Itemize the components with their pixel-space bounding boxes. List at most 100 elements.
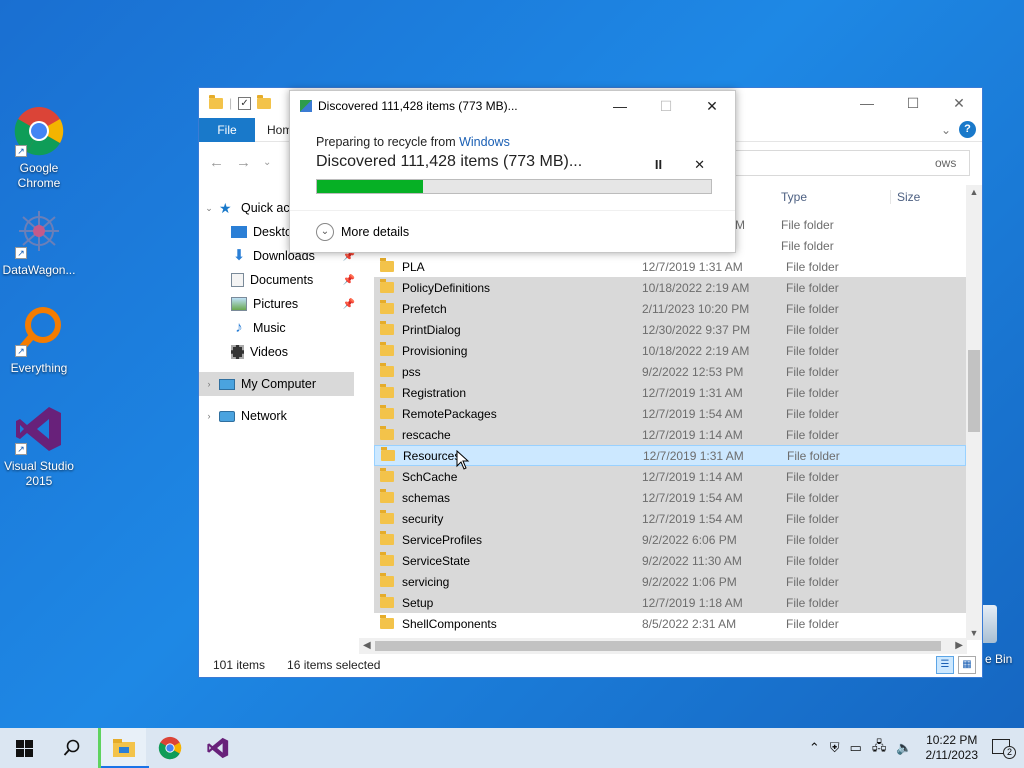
visual-studio-icon: ↗ xyxy=(13,403,65,455)
nav-my-computer[interactable]: › My Computer xyxy=(199,372,354,396)
desktop-icon-everything[interactable]: ↗ Everything xyxy=(0,305,79,376)
table-row[interactable]: servicing 9/2/2022 1:06 PM File folder xyxy=(374,571,966,592)
scroll-up-icon[interactable]: ▲ xyxy=(966,187,982,197)
table-row[interactable]: PrintDialog 12/30/2022 9:37 PM File folder xyxy=(374,319,966,340)
table-row[interactable]: rescache 12/7/2019 1:14 AM File folder xyxy=(374,424,966,445)
partial-row[interactable]: M File folder xyxy=(735,214,834,235)
scroll-down-icon[interactable]: ▼ xyxy=(966,628,982,638)
table-row[interactable]: PLA 12/7/2019 1:31 AM File folder xyxy=(374,256,966,277)
scrollbar-thumb[interactable] xyxy=(375,641,941,651)
more-details-toggle[interactable]: ⌄ More details xyxy=(290,210,735,252)
recycle-bin-icon[interactable] xyxy=(983,605,997,643)
search-button[interactable] xyxy=(48,728,96,768)
desktop-icon-visual-studio[interactable]: ↗ Visual Studio 2015 xyxy=(0,403,79,489)
file-type: File folder xyxy=(786,385,839,400)
taskbar: ⌃ ⛨ ▭ 🖧 🔈 10:22 PM 2/11/2023 2 xyxy=(0,728,1024,768)
desktop-icon-chrome[interactable]: ↗ Google Chrome xyxy=(0,105,79,191)
column-type[interactable]: Type xyxy=(775,190,891,204)
expand-arrow-icon[interactable]: › xyxy=(203,411,215,421)
source-link[interactable]: Windows xyxy=(459,135,510,149)
cancel-operation-icon[interactable]: ✕ xyxy=(694,157,705,173)
expand-arrow-icon[interactable]: ⌄ xyxy=(203,203,215,214)
pause-icon[interactable]: II xyxy=(655,157,662,173)
table-row[interactable]: ServiceState 9/2/2022 11:30 AM File folder xyxy=(374,550,966,571)
partial-row[interactable]: File folder xyxy=(781,235,834,256)
folder-icon xyxy=(380,363,394,377)
table-row[interactable]: Prefetch 2/11/2023 10:20 PM File folder xyxy=(374,298,966,319)
close-icon[interactable]: ✕ xyxy=(936,88,982,118)
taskbar-visual-studio[interactable] xyxy=(194,728,242,768)
table-row[interactable]: Provisioning 10/18/2022 2:19 AM File folde… xyxy=(374,340,966,361)
search-input[interactable]: ows xyxy=(730,150,970,176)
table-row[interactable]: PolicyDefinitions 10/18/2022 2:19 AM File … xyxy=(374,277,966,298)
ribbon-right-controls: ⌄ ? xyxy=(941,121,976,138)
status-bar: 101 items 16 items selected ☰ ▦ xyxy=(199,653,982,677)
vertical-scrollbar[interactable]: ▲ ▼ xyxy=(966,185,982,640)
table-row[interactable]: schemas 12/7/2019 1:54 AM File folder xyxy=(374,487,966,508)
nav-documents[interactable]: Documents 📌 xyxy=(199,268,359,292)
maximize-icon[interactable]: ☐ xyxy=(890,88,936,118)
progress-headline: Discovered 111,428 items (773 MB)... xyxy=(316,153,583,170)
pictures-icon xyxy=(231,297,247,311)
column-size[interactable]: Size xyxy=(891,190,920,204)
notification-badge: 2 xyxy=(1003,746,1016,759)
taskbar-chrome[interactable] xyxy=(146,728,194,768)
file-type: File folder xyxy=(786,301,839,316)
file-type: File folder xyxy=(786,406,839,421)
file-name: Setup xyxy=(402,595,434,610)
nav-music[interactable]: ♪ Music xyxy=(199,316,359,340)
computer-icon xyxy=(219,378,235,390)
properties-icon[interactable]: ✓ xyxy=(238,96,252,110)
horizontal-scrollbar[interactable]: ◀ ▶ xyxy=(359,638,967,654)
clock[interactable]: 10:22 PM 2/11/2023 xyxy=(926,733,979,763)
recent-locations-icon[interactable]: ⌄ xyxy=(263,157,271,168)
nav-videos[interactable]: Videos xyxy=(199,340,359,364)
table-row[interactable]: ServiceProfiles 9/2/2022 6:06 PM File fold… xyxy=(374,529,966,550)
table-row[interactable]: Registration 12/7/2019 1:31 AM File folder xyxy=(374,382,966,403)
column-header: Type Size xyxy=(775,185,967,209)
nav-label: Deskto xyxy=(253,225,292,239)
notification-center-button[interactable]: 2 xyxy=(992,737,1016,759)
tab-file[interactable]: File xyxy=(199,117,255,142)
expand-arrow-icon[interactable]: › xyxy=(203,379,215,389)
security-icon[interactable]: ⛨ xyxy=(830,740,840,756)
nav-label: Music xyxy=(253,321,286,335)
details-view-icon[interactable]: ☰ xyxy=(936,656,954,674)
new-folder-icon[interactable] xyxy=(257,94,272,109)
search-placeholder: ows xyxy=(935,156,957,170)
desktop-icon-datawagon[interactable]: ↗ DataWagon... xyxy=(0,207,79,278)
folder-icon xyxy=(380,468,394,482)
volume-icon[interactable]: 🔈 xyxy=(896,740,912,756)
minimize-icon[interactable]: — xyxy=(844,88,890,118)
close-icon[interactable]: ✕ xyxy=(689,91,735,121)
table-row[interactable]: pss 9/2/2022 12:53 PM File folder xyxy=(374,361,966,382)
partial-type: File folder xyxy=(781,238,834,253)
folder-icon xyxy=(380,615,394,629)
file-date: 10/18/2022 2:19 AM xyxy=(642,343,750,358)
help-icon[interactable]: ? xyxy=(959,121,976,138)
file-type: File folder xyxy=(786,259,839,274)
chevron-up-icon[interactable]: ⌃ xyxy=(809,740,820,756)
taskbar-file-explorer[interactable] xyxy=(98,728,149,768)
minimize-icon[interactable]: — xyxy=(597,91,643,121)
large-icons-view-icon[interactable]: ▦ xyxy=(958,656,976,674)
shortcut-arrow-icon: ↗ xyxy=(15,247,27,259)
table-row[interactable]: security 12/7/2019 1:54 AM File folder xyxy=(374,508,966,529)
forward-arrow-icon[interactable]: → xyxy=(236,154,251,171)
scroll-left-icon[interactable]: ◀ xyxy=(363,640,371,651)
table-row[interactable]: RemotePackages 12/7/2019 1:54 AM File fold… xyxy=(374,403,966,424)
scroll-right-icon[interactable]: ▶ xyxy=(955,640,963,651)
scrollbar-thumb[interactable] xyxy=(968,350,980,432)
back-arrow-icon[interactable]: ← xyxy=(209,154,224,171)
nav-network[interactable]: › Network xyxy=(199,404,359,428)
network-icon[interactable]: 🖧 xyxy=(872,737,887,759)
file-type: File folder xyxy=(786,427,839,442)
chevron-down-icon[interactable]: ⌄ xyxy=(316,222,334,241)
expand-ribbon-icon[interactable]: ⌄ xyxy=(941,123,951,137)
nav-pictures[interactable]: Pictures 📌 xyxy=(199,292,359,316)
table-row[interactable]: ShellComponents 8/5/2022 2:31 AM File fold… xyxy=(374,613,966,634)
start-button[interactable] xyxy=(0,728,48,768)
usb-device-icon[interactable]: ▭ xyxy=(850,740,862,756)
file-explorer-icon xyxy=(112,739,135,757)
table-row[interactable]: Setup 12/7/2019 1:18 AM File folder xyxy=(374,592,966,613)
